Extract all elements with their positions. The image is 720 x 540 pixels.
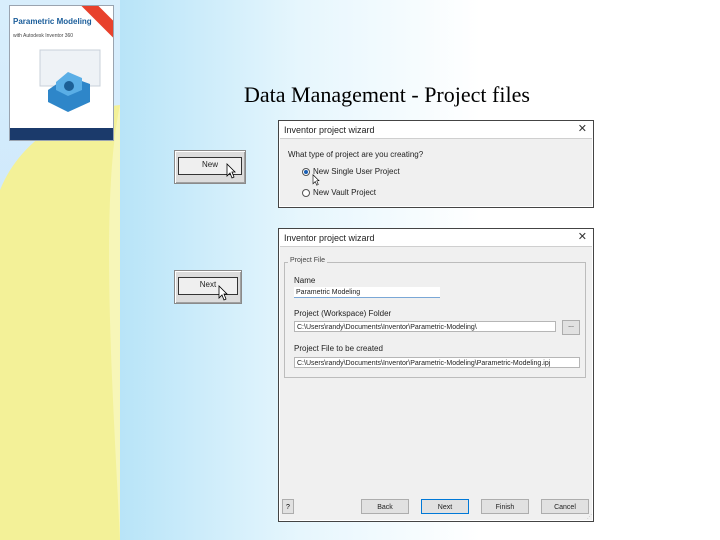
project-file-dialog: Inventor project wizard ✕ Project File N… bbox=[278, 228, 594, 522]
project-name-input[interactable]: Parametric Modeling bbox=[294, 287, 440, 298]
book-footer-bar bbox=[10, 128, 113, 140]
slide-title: Data Management - Project files bbox=[244, 82, 530, 107]
next-button[interactable]: Next bbox=[421, 499, 469, 514]
next-button-illustration: Next bbox=[174, 270, 242, 304]
close-icon[interactable]: ✕ bbox=[578, 122, 587, 135]
project-file-input[interactable]: C:\Users\randy\Documents\Inventor\Parame… bbox=[294, 357, 580, 368]
project-type-dialog: Inventor project wizard ✕ What type of p… bbox=[278, 120, 594, 208]
book-subtitle: with Autodesk Inventor 360 bbox=[13, 33, 74, 39]
radio-single-user[interactable] bbox=[302, 168, 310, 176]
close-icon[interactable]: ✕ bbox=[578, 230, 587, 243]
project-folder-input[interactable]: C:\Users\randy\Documents\Inventor\Parame… bbox=[294, 321, 556, 332]
project-type-question: What type of project are you creating? bbox=[288, 150, 424, 159]
folder-label: Project (Workspace) Folder bbox=[294, 309, 392, 318]
radio-vault[interactable] bbox=[302, 189, 310, 197]
group-label: Project File bbox=[288, 257, 328, 264]
name-label: Name bbox=[294, 276, 316, 285]
back-button[interactable]: Back bbox=[361, 499, 409, 514]
dialog-title: Inventor project wizard bbox=[284, 125, 375, 135]
pointer-cursor-icon bbox=[218, 285, 228, 301]
dialog-title: Inventor project wizard bbox=[284, 233, 375, 243]
radio-vault-label[interactable]: New Vault Project bbox=[313, 188, 376, 197]
project-file-label: Project File to be created bbox=[294, 344, 383, 353]
book-title: Parametric Modeling bbox=[13, 17, 92, 26]
radio-single-user-label[interactable]: New Single User Project bbox=[313, 167, 400, 176]
cancel-button[interactable]: Cancel bbox=[541, 499, 589, 514]
book-cover-image: Parametric Modeling with Autodesk Invent… bbox=[9, 5, 114, 141]
finish-button[interactable]: Finish bbox=[481, 499, 529, 514]
pointer-cursor-icon bbox=[226, 163, 236, 179]
size-grip-icon[interactable]: ⋰ bbox=[587, 514, 592, 520]
next-button-label: Next bbox=[178, 277, 238, 295]
help-button[interactable]: ? bbox=[282, 499, 294, 514]
browse-folder-button[interactable]: ... bbox=[562, 320, 580, 335]
pointer-cursor-icon bbox=[312, 174, 320, 186]
book-model-illustration bbox=[39, 49, 101, 112]
